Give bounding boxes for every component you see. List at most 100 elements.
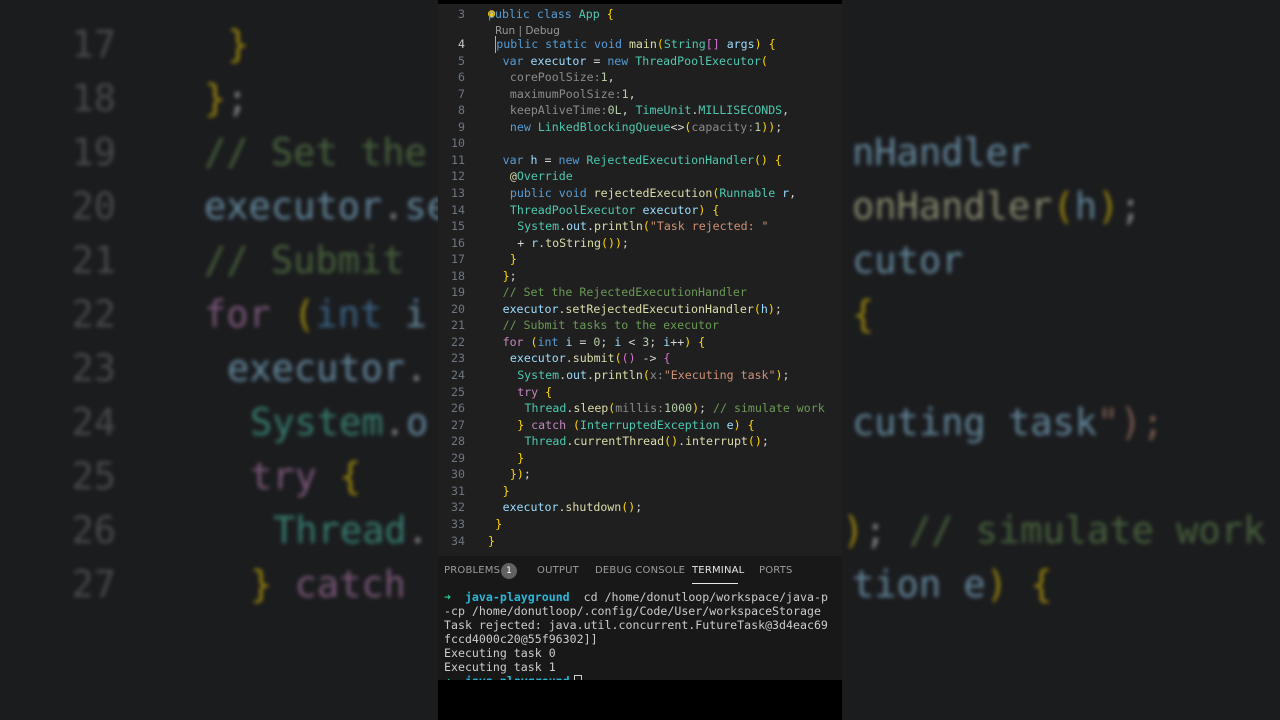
background-line-number: 26	[71, 509, 116, 552]
line-number: 4	[458, 37, 465, 51]
background-line-code: System.o	[250, 401, 429, 444]
line-number: 21	[451, 318, 465, 333]
background-line-fragment: onHandler(h);	[852, 185, 1142, 228]
code-line[interactable]: 14 ThreadPoolExecutor executor) {	[438, 202, 842, 219]
line-code: executor.setRejectedExecutionHandler(h);	[502, 301, 782, 316]
line-code: executor.submit(() -> {	[509, 351, 671, 366]
code-editor[interactable]: ● Run | Debug 3 public class App {4 public…	[438, 4, 842, 556]
code-line[interactable]: 22 for (int i = 0; i < 3; i++) {	[438, 334, 842, 351]
background-line-number: 22	[71, 293, 116, 336]
line-code: public class App {	[488, 7, 614, 21]
line-code: Thread.currentThread().interrupt();	[524, 434, 769, 449]
background-line-code: };	[204, 77, 249, 120]
line-number: 23	[451, 351, 465, 366]
code-line[interactable]: 10	[438, 135, 842, 152]
background-line-fragment: nHandler	[852, 131, 1031, 174]
code-line[interactable]: 9 new LinkedBlockingQueue<>(capacity:1));	[438, 119, 842, 136]
line-number: 29	[451, 450, 465, 465]
line-number: 27	[451, 417, 465, 432]
background-line-fragment: {	[852, 293, 875, 336]
line-number: 10	[451, 136, 465, 151]
line-code: ThreadPoolExecutor executor) {	[509, 202, 720, 217]
tab-ports[interactable]: PORTS	[759, 565, 793, 576]
line-number: 15	[451, 219, 465, 234]
tab-terminal[interactable]: TERMINAL	[692, 565, 744, 576]
line-number: 7	[458, 86, 465, 101]
background-line-code: for (int i	[204, 293, 427, 336]
code-line[interactable]: 20 executor.setRejectedExecutionHandler(h…	[438, 301, 842, 318]
background-line-number: 24	[71, 401, 116, 444]
code-line[interactable]: 33}	[438, 516, 842, 533]
background-line-fragment: ); // simulate work	[842, 509, 1266, 552]
code-line[interactable]: 5 var executor = new ThreadPoolExecutor(	[438, 53, 842, 70]
line-code: }	[517, 450, 525, 465]
line-code: // Submit tasks to the executor	[502, 318, 719, 333]
code-line[interactable]: 17}	[438, 251, 842, 268]
line-number: 13	[451, 185, 465, 200]
line-code: maximumPoolSize:1,	[509, 86, 636, 101]
code-line[interactable]: 23 executor.submit(() -> {	[438, 350, 842, 367]
terminal-line: Executing task 0	[444, 646, 556, 660]
background-line-code: } catch	[250, 563, 406, 606]
background-line-number: 27	[71, 563, 116, 606]
code-line[interactable]: 34}	[438, 533, 842, 550]
code-line[interactable]: 26 Thread.sleep(millis:1000); // simulate…	[438, 400, 842, 417]
line-number: 14	[451, 202, 465, 217]
code-line[interactable]: 27} catch (InterruptedException e) {	[438, 417, 842, 434]
background-line-code: // Submit	[204, 239, 405, 282]
background-line-fragment: cuting task");	[852, 401, 1164, 444]
background-line-code: Thread.	[273, 509, 429, 552]
tab-debug-console[interactable]: DEBUG CONSOLE	[595, 565, 685, 576]
code-line[interactable]: 30});	[438, 466, 842, 483]
code-line[interactable]: 8 keepAliveTime:0L, TimeUnit.MILLISECONDS…	[438, 102, 842, 119]
code-line[interactable]: 7 maximumPoolSize:1,	[438, 86, 842, 103]
line-code: + r.toString());	[517, 235, 629, 250]
prompt-arrow-icon: ➜	[444, 590, 451, 604]
line-code: var executor = new ThreadPoolExecutor(	[502, 53, 768, 68]
code-line[interactable]: 21 // Submit tasks to the executor	[438, 317, 842, 334]
line-number: 3	[458, 7, 465, 21]
tab-problems[interactable]: PROBLEMS	[444, 565, 500, 576]
terminal-line: Executing task 1	[444, 660, 556, 674]
line-number: 31	[451, 483, 465, 498]
tab-output[interactable]: OUTPUT	[537, 565, 579, 576]
background-line-code: executor.se	[204, 185, 450, 228]
code-line[interactable]: 6 corePoolSize:1,	[438, 69, 842, 86]
background-line-code: executor.	[227, 347, 428, 390]
code-line[interactable]: 11 var h = new RejectedExecutionHandler()…	[438, 152, 842, 169]
code-line[interactable]: 15 System.out.println("Task rejected: "	[438, 218, 842, 235]
code-line[interactable]: 4 public static void main(String[] args) …	[438, 36, 842, 53]
active-tab-indicator	[692, 583, 738, 584]
code-line[interactable]: 3 public class App {	[438, 6, 842, 23]
background-line-fragment: tion e) {	[852, 563, 1053, 606]
line-code: try {	[517, 384, 553, 399]
line-number: 11	[451, 152, 465, 167]
line-code: new LinkedBlockingQueue<>(capacity:1));	[509, 119, 783, 134]
terminal-view[interactable]: ➜ java-playground cd /home/donutloop/wor…	[438, 586, 842, 680]
code-line[interactable]: 16 + r.toString());	[438, 235, 842, 252]
line-number: 6	[458, 70, 465, 85]
line-code: var h = new RejectedExecutionHandler() {	[502, 152, 782, 167]
prompt-directory: java-playground	[464, 590, 570, 604]
line-code: public static void main(String[] args) {	[495, 36, 776, 53]
code-line[interactable]: 28 Thread.currentThread().interrupt();	[438, 433, 842, 450]
code-line[interactable]: 13 public void rejectedExecution(Runnable…	[438, 185, 842, 202]
code-line[interactable]: 19 // Set the RejectedExecutionHandler	[438, 284, 842, 301]
code-line[interactable]: 29}	[438, 450, 842, 467]
line-number: 25	[451, 384, 465, 399]
code-line[interactable]: 31}	[438, 483, 842, 500]
code-line[interactable]: 32 executor.shutdown();	[438, 499, 842, 516]
line-code: }	[502, 483, 510, 498]
line-number: 17	[451, 252, 465, 267]
code-line[interactable]: 12 @Override	[438, 168, 842, 185]
line-code: corePoolSize:1,	[509, 70, 615, 85]
line-number: 34	[451, 533, 465, 548]
background-line-number: 25	[71, 455, 116, 498]
line-number: 32	[451, 500, 465, 515]
code-line[interactable]: 25 try {	[438, 384, 842, 401]
code-line[interactable]: 24 System.out.println(x:"Executing task")…	[438, 367, 842, 384]
line-number: 9	[458, 119, 465, 134]
code-line[interactable]: 18};	[438, 268, 842, 285]
background-line-number: 18	[71, 77, 116, 120]
terminal-prompt-line: ➜ java-playground	[444, 674, 582, 680]
